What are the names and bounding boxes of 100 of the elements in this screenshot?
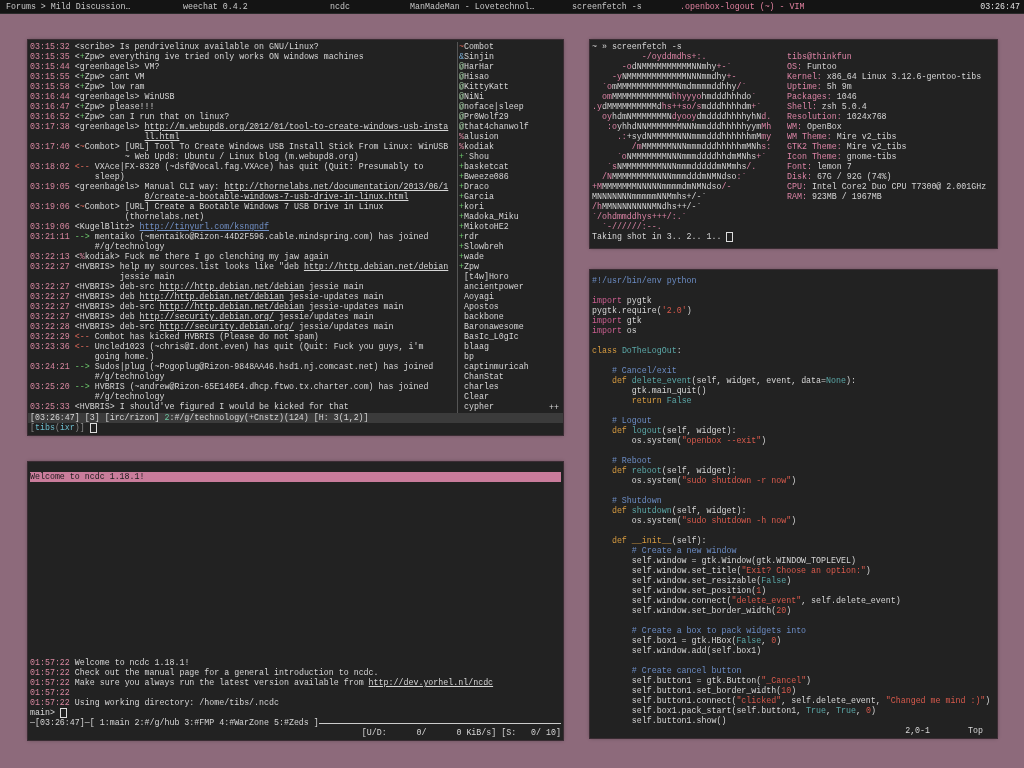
nick-item: +rdr xyxy=(459,232,479,242)
taskbar-item[interactable]: weechat 0.4.2 xyxy=(183,1,330,12)
taskbar-item[interactable]: screenfetch -s xyxy=(572,1,680,12)
taskbar-item[interactable]: Forums > Mild Discussion… xyxy=(6,1,183,12)
timestamp: 03:15:55 xyxy=(30,72,70,82)
ascii-art-line: oyhdmNMMMMMMMNdyooydmddddhhhhyhNd. xyxy=(600,112,773,122)
nick: <~Combot> xyxy=(74,202,120,213)
ascii-art-line: :oyhhdNNMMMMMMMNNNmmdddhhhhhyymMh xyxy=(605,122,773,132)
link[interactable]: http://tinyurl.com/ksngndf xyxy=(139,222,270,231)
nick-item: charles xyxy=(463,382,499,392)
chat-message: Combot has kicked HVBRIS (Please do not spam) xyxy=(94,332,319,342)
timestamp: 03:19:06 xyxy=(30,202,70,213)
timestamp: 01:57:22 xyxy=(30,658,70,668)
ascii-art-line: /NMMMMMMMMNNNNmmmdddmNMNdso:` xyxy=(600,172,748,182)
chat-message: can I run that on linux? xyxy=(109,112,230,122)
timestamp: 01:57:22 xyxy=(30,678,70,688)
timestamp: 03:22:27 xyxy=(30,262,70,273)
nick-item: +Madoka_Miku xyxy=(459,212,519,222)
nick-item: %alusion xyxy=(459,132,499,142)
nick-item: @noface|sleep xyxy=(459,102,524,112)
link[interactable]: http://http.debian.net/debian xyxy=(139,292,284,301)
ascii-art-line: -/oyddmdhs+:. xyxy=(640,52,708,62)
code-line: def reboot(self, widget): xyxy=(610,466,738,476)
nick-item: @KittyKatt xyxy=(459,82,509,92)
clock: 03:26:47 xyxy=(980,1,1020,12)
chat-message: HVBRIS (~andrew@Rizon-65E140E4.dhcp.ftwo.tx.charter.com) has joined #/g/technology xyxy=(94,382,429,402)
timestamp: 03:25:20 xyxy=(30,382,70,393)
ascii-art-line: MNNNNNNNmmmmmNNMmhs+/-` xyxy=(592,192,708,202)
code-line: import gtk xyxy=(592,316,643,326)
ascii-art-line: `-//////:--. xyxy=(600,222,663,232)
ascii-art-line: /hMMNNNNNNNNMNdhs++/-` xyxy=(592,202,703,212)
event-arrow: --> xyxy=(74,232,90,243)
timestamp: 01:57:22 xyxy=(30,698,70,708)
ascii-art-line: -odNMMMMMMMMMMNNmhy+-` xyxy=(620,62,733,72)
info-line: Disk: 67G / 92G (74%) xyxy=(787,172,893,182)
event-arrow: <-- xyxy=(74,342,90,353)
nick: <HVBRIS> xyxy=(74,302,115,312)
log-message: Check out the manual page for a general introduction to ncdc. xyxy=(74,668,379,678)
chat-message: deb-src http://http.debian.net/debian jessie main xyxy=(119,282,364,292)
link[interactable]: 0/create-a-bootable-windows-7-usb-drive-in-linux.html xyxy=(144,192,409,201)
timestamp: 03:16:44 xyxy=(30,92,70,102)
nick-item: @HarHar xyxy=(459,62,494,72)
nick: <HVBRIS> xyxy=(74,282,115,292)
nick: <+Zpw> xyxy=(74,102,105,112)
timestamp: 03:22:27 xyxy=(30,292,70,302)
nick: <greenbagels> xyxy=(74,62,140,72)
code-line: class DoTheLogOut: xyxy=(592,346,683,356)
info-line: WM: OpenBox xyxy=(787,122,843,132)
nick-item: &Sinjin xyxy=(459,52,494,62)
chat-message: deb-src http://security.debian.org/ jessie/updates main xyxy=(119,322,394,332)
link[interactable]: http://dev.yorhel.nl/ncdc xyxy=(368,678,494,687)
info-line: Packages: 1046 xyxy=(787,92,858,102)
nick-item: +Garcia xyxy=(459,192,494,202)
ascii-art-line: `omMMMMMMMMMMMMNmdmmmmddhhy/` xyxy=(600,82,748,92)
chat-message: [URL] Create a Bootable Windows 7 USB Drive in Linux (thornelabs.net) xyxy=(124,202,384,222)
link[interactable]: http://http.debian.net/debian xyxy=(159,302,304,311)
nick: <HVBRIS> xyxy=(74,262,115,273)
timestamp: 03:17:40 xyxy=(30,142,70,153)
code-line: import pygtk xyxy=(592,296,653,306)
code-line: self.window.set_border_width(20) xyxy=(630,606,793,616)
link[interactable]: http://http.debian.net/debian xyxy=(303,262,449,271)
code-line: self.window.set_position(1) xyxy=(630,586,768,596)
taskbar-item[interactable]: .openbox-logout (~) - VIM xyxy=(680,1,805,12)
ascii-art-line: `oNMMMMMMMNNNmmmddddhhdmMNhs+` xyxy=(615,152,768,162)
code-line: # Create cancel button xyxy=(630,666,743,676)
chat-message: deb-src http://http.debian.net/debian jessie-updates main xyxy=(119,302,404,312)
chat-message: Uncled1023 (~chris@I.dont.even) has quit (Quit: Fuck you guys, i'm going home.) xyxy=(94,342,424,362)
link[interactable]: ll.html xyxy=(144,132,180,141)
link[interactable]: http://thornelabs.net/documentation/2013/06/1 xyxy=(224,182,449,191)
chat-message: Sudos|plug (~Pogoplug@Rizon-9848AA46.hsd1.nj.comcast.net) has joined #/g/technology xyxy=(94,362,434,382)
nick-item: @Pr0Wolf29 xyxy=(459,112,509,122)
taskbar-item[interactable]: ncdc xyxy=(330,1,410,12)
chat-message: deb http://security.debian.org/ jessie/updates main xyxy=(119,312,374,322)
chat-message: cant VM xyxy=(109,72,145,82)
link[interactable]: http://http.debian.net/debian xyxy=(159,282,304,291)
taskbar-item[interactable]: ManMadeMan - Lovetechnol… xyxy=(410,1,572,12)
nick-item: @NiNi xyxy=(459,92,484,102)
ascii-art-line: `sNMMMMMMMMNNNmmmdddddmNMmhs/. xyxy=(605,162,758,172)
ascii-art-line: -yNMMMMMMMMMMMMNNNmmdhy+- xyxy=(610,72,738,82)
chat-message: Is pendrivelinux available on GNU/Linux? xyxy=(119,42,319,52)
link[interactable]: http://m.webupd8.org/2012/01/tool-to-create-windows-usb-insta xyxy=(144,122,449,131)
info-line: GTK2 Theme: Mire v2_tibs xyxy=(787,142,908,152)
nick-item: %kodiak xyxy=(459,142,494,152)
code-line: # Create a box to pack widgets into xyxy=(630,626,808,636)
log-message: Using working directory: /home/tibs/.ncdc xyxy=(74,698,279,708)
link[interactable]: http://security.debian.org/ xyxy=(159,322,294,331)
nick-item: Apostos xyxy=(463,302,499,312)
code-line: self.window.set_title("Exit? Choose an option:") xyxy=(630,566,872,576)
nick: <greenbagels> xyxy=(74,122,140,133)
code-line: def shutdown(self, widget): xyxy=(610,506,748,516)
code-line: # Reboot xyxy=(610,456,653,466)
link[interactable]: http://security.debian.org/ xyxy=(139,312,275,321)
nick: <~Combot> xyxy=(74,142,120,153)
nick: <HVBRIS> xyxy=(74,292,115,302)
chat-message: VM? xyxy=(144,62,160,72)
ascii-art-line: +MMMMMMMMNNNNNmmmmdmNMNdso/- xyxy=(592,182,733,192)
timestamp: 03:22:27 xyxy=(30,302,70,312)
nick: <HVBRIS> xyxy=(74,312,115,322)
user-host: tibs@thinkfun xyxy=(787,52,853,62)
nick-item: +Slowbreh xyxy=(459,242,504,252)
